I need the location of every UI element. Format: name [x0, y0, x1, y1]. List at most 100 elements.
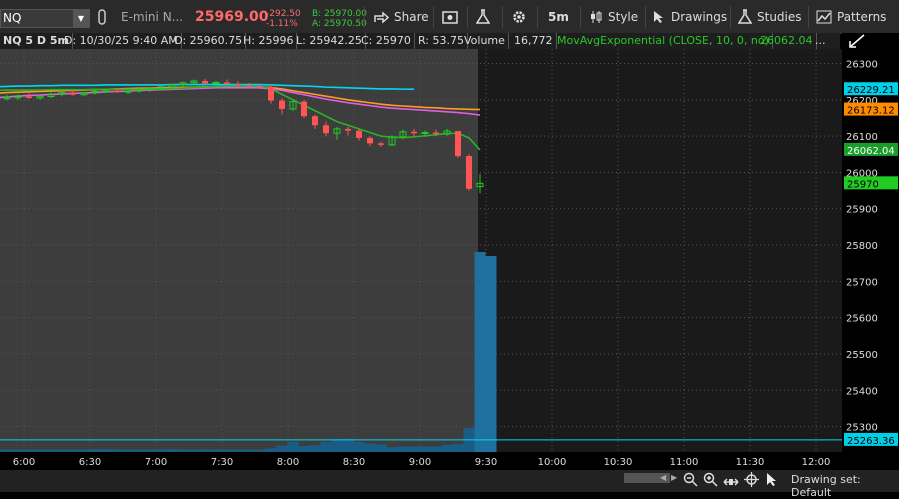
chevron-down-icon[interactable]: ▼	[73, 10, 89, 27]
time-tick: 8:30	[343, 457, 365, 468]
drawings-label: Drawings	[671, 9, 728, 24]
crosshair-icon[interactable]	[744, 472, 759, 491]
divider	[808, 6, 809, 28]
time-tick: 7:30	[211, 457, 233, 468]
time-tick: 10:30	[604, 457, 633, 468]
settings-button[interactable]	[511, 0, 527, 33]
price-tick: 25400	[846, 386, 878, 397]
time-tick: 11:30	[736, 457, 765, 468]
gear-icon	[513, 10, 525, 23]
flask-button[interactable]	[476, 0, 490, 33]
volume-bar	[452, 444, 464, 452]
symbol-description: E-mini N...	[121, 9, 184, 24]
drawings-button[interactable]: Drawings	[653, 0, 727, 33]
candle-body	[367, 137, 373, 144]
divider	[580, 6, 581, 28]
candle-body	[421, 132, 429, 135]
camera-icon	[442, 10, 458, 24]
divider	[433, 6, 434, 28]
time-tick: 8:00	[277, 457, 299, 468]
divider	[467, 6, 468, 28]
bar-open: O: 25960.75	[171, 33, 247, 49]
time-axis-labels: 6:00 6:30 7:00 7:30 8:00 8:30 9:00 9:30 10:00 10:…	[13, 457, 831, 468]
share-button[interactable]: Share	[373, 0, 429, 33]
divider	[537, 6, 538, 28]
volume-bar	[309, 445, 321, 452]
price-badge-label: 25263.36	[847, 436, 895, 447]
snapshot-button[interactable]	[442, 0, 458, 33]
fit-horizontal-icon[interactable]	[723, 473, 739, 492]
symbol-input[interactable]: NQ ▼	[0, 9, 90, 28]
zoom-out-icon[interactable]	[683, 472, 698, 491]
price-axis[interactable]: 26300 26200 26100 26000 25900 25800 25700 25600…	[842, 33, 899, 452]
bar-date: D: 10/30/25 9:40 AM	[61, 33, 182, 49]
volume-bar	[474, 252, 486, 452]
bid-value: B: 25970.00	[312, 9, 368, 19]
price-badge-label: 25970	[847, 179, 879, 190]
candle-body	[70, 92, 76, 95]
bid-ask: B: 25970.00 A: 25970.50	[312, 9, 367, 29]
flask-icon	[476, 8, 490, 24]
price-axis-labels: 2630026200261002600025900258002570025600…	[844, 60, 898, 447]
style-button[interactable]: Style	[589, 0, 638, 33]
symbol-link-icon[interactable]	[96, 0, 108, 33]
style-label: Style	[608, 9, 639, 24]
divider	[502, 6, 503, 28]
scroll-right-icon[interactable]: ▶	[671, 473, 677, 482]
time-tick: 9:00	[409, 457, 431, 468]
candle-body	[466, 156, 472, 189]
candle-body	[411, 131, 417, 134]
bar-high: H: 25996	[240, 33, 298, 49]
bar-low: L: 25942.25	[293, 33, 366, 49]
volume-bar	[287, 442, 299, 452]
time-tick: 6:00	[13, 457, 35, 468]
drawing-set-label[interactable]: Drawing set: Default	[791, 473, 899, 499]
volume-bar	[441, 444, 453, 452]
candle-body	[378, 143, 384, 145]
cursor-icon[interactable]	[766, 472, 778, 491]
zoom-in-icon[interactable]	[703, 472, 718, 491]
share-label: Share	[394, 9, 429, 24]
time-tick: 11:00	[670, 457, 699, 468]
candle-body	[356, 130, 362, 138]
patterns-label: Patterns	[837, 9, 887, 24]
time-axis[interactable]: 6:00 6:30 7:00 7:30 8:00 8:30 9:00 9:30 10:00 10:…	[0, 452, 842, 470]
more-button[interactable]: ...	[812, 33, 829, 49]
patterns-button[interactable]: Patterns	[816, 0, 886, 33]
timeframe-button[interactable]: 5m	[548, 0, 569, 33]
future-background	[478, 49, 842, 452]
bottom-bar: ◀ ▶ Drawing set: Default	[0, 470, 899, 499]
price-tick: 26300	[846, 60, 878, 71]
divider	[364, 6, 365, 28]
divider	[730, 6, 731, 28]
change-pct: -1.11%	[266, 19, 298, 29]
volume-bar	[353, 442, 365, 452]
candle-style-icon	[591, 10, 602, 23]
price-chart[interactable]	[0, 49, 842, 452]
volume-bar	[364, 443, 376, 452]
price-tick: 26100	[846, 132, 878, 143]
candle-body	[235, 83, 241, 86]
scroll-left-icon[interactable]: ◀	[660, 473, 666, 482]
candle-body	[279, 100, 285, 109]
studies-button[interactable]: Studies	[738, 0, 802, 33]
candle-body	[268, 86, 274, 101]
flask-icon	[738, 8, 752, 24]
study-value: 26062.04	[757, 33, 817, 49]
patterns-icon	[816, 10, 832, 23]
candle-body	[345, 128, 351, 131]
candle-body	[26, 96, 32, 99]
price-tick: 25500	[846, 350, 878, 361]
candle-body	[114, 90, 120, 93]
time-tick: 10:00	[538, 457, 567, 468]
price-tick: 25600	[846, 314, 878, 325]
candle-body	[301, 101, 307, 117]
study-label[interactable]: MovAvgExponential (CLOSE, 10, 0, no)	[554, 33, 773, 49]
price-tick: 25800	[846, 241, 878, 252]
volume-label[interactable]: Volume	[461, 33, 509, 49]
studies-label: Studies	[757, 9, 802, 24]
volume-value: 16,772	[511, 33, 557, 49]
toolbar: NQ ▼ E-mini N... 25969.00 -292.50 -1.11%…	[0, 0, 899, 34]
candle-body	[246, 85, 252, 87]
chart-canvas[interactable]	[0, 49, 842, 452]
